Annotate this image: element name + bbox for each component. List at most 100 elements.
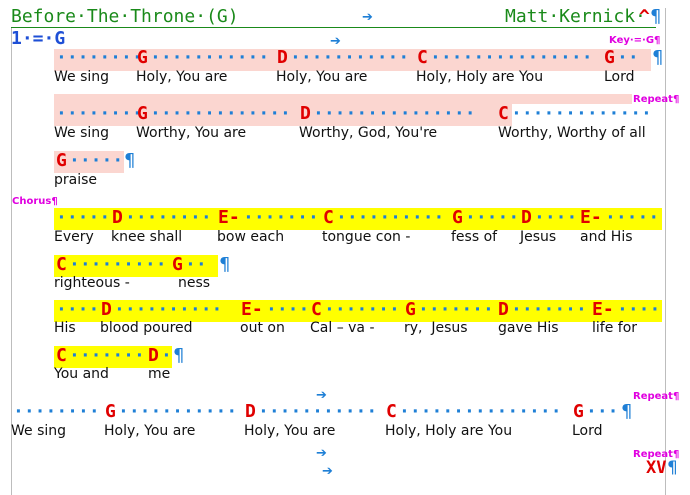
- lyric-word[interactable]: You and: [54, 366, 109, 382]
- chord-spacing-dots: ····: [56, 299, 100, 320]
- title-underline: [11, 27, 656, 28]
- lyric-word[interactable]: Jesus: [520, 229, 556, 245]
- lyric-word[interactable]: tongue con -: [322, 229, 410, 245]
- page-right-border: [665, 8, 666, 495]
- tab-arrow-icon: ➔: [362, 10, 373, 25]
- chord-spacing-dots: ···········: [290, 47, 410, 68]
- chord-d[interactable]: D: [101, 299, 112, 320]
- lyric-word[interactable]: me: [148, 366, 170, 382]
- chord-d[interactable]: D: [521, 207, 532, 228]
- pilcrow-icon: ¶: [667, 458, 678, 478]
- key-line[interactable]: 1·=·G: [11, 28, 65, 49]
- chord-spacing-dots: ···············: [313, 103, 476, 124]
- chorus-tag: Chorus¶: [12, 196, 58, 207]
- lyric-word[interactable]: ness: [178, 275, 210, 291]
- lyric-word[interactable]: knee shall: [111, 229, 182, 245]
- lyric-word[interactable]: Holy, You are: [276, 69, 367, 85]
- lyric-word[interactable]: Worthy, Worthy of all: [498, 125, 646, 141]
- chord-g[interactable]: G: [137, 47, 148, 68]
- chord-spacing-dots: ·····: [465, 207, 520, 228]
- chord-spacing-dots: ·······: [418, 299, 494, 320]
- lyric-word[interactable]: and His: [580, 229, 633, 245]
- song-title[interactable]: Before·The·Throne·(G): [11, 6, 239, 27]
- lyric-word[interactable]: Worthy, You are: [136, 125, 246, 141]
- chord-c[interactable]: C: [311, 299, 322, 320]
- chord-spacing-dots: ·····: [69, 150, 124, 171]
- chord-d[interactable]: D: [245, 401, 256, 422]
- chord-g[interactable]: G: [56, 150, 67, 171]
- lyric-word[interactable]: out on: [240, 320, 285, 336]
- chord-c[interactable]: C: [417, 47, 428, 68]
- lyric-word[interactable]: Holy, Holy are You: [385, 423, 512, 439]
- lyric-word[interactable]: Lord: [572, 423, 603, 439]
- lyric-word[interactable]: We sing: [54, 125, 109, 141]
- chord-e-minor[interactable]: E-: [580, 207, 602, 228]
- chord-d[interactable]: D: [300, 103, 311, 124]
- lyric-word[interactable]: righteous -: [54, 275, 130, 291]
- chord-spacing-dots: ········: [13, 401, 100, 422]
- chord-g[interactable]: G: [573, 401, 584, 422]
- chord-g[interactable]: G: [604, 47, 615, 68]
- lyric-word[interactable]: Cal – va -: [310, 320, 375, 336]
- chord-spacing-dots: ········: [125, 207, 212, 228]
- chord-d[interactable]: D: [148, 345, 159, 366]
- chord-c[interactable]: C: [498, 103, 509, 124]
- chord-g[interactable]: G: [137, 103, 148, 124]
- chord-spacing-dots: ···: [586, 401, 619, 422]
- chord-spacing-dots: ·: [161, 345, 172, 366]
- lyric-word[interactable]: ry, Jesus: [404, 320, 468, 336]
- chord-spacing-dots: ···············: [430, 47, 593, 68]
- lyric-word[interactable]: We sing: [11, 423, 66, 439]
- chord-spacing-dots: ··: [185, 254, 207, 275]
- chord-spacing-dots: ···········: [258, 401, 378, 422]
- lyric-word[interactable]: bow each: [217, 229, 284, 245]
- song-author[interactable]: Matt·Kernick·: [505, 6, 646, 27]
- chord-e-minor[interactable]: E-: [218, 207, 240, 228]
- lyric-word[interactable]: Every: [54, 229, 94, 245]
- lyric-word[interactable]: Worthy, God, You're: [299, 125, 437, 141]
- chord-spacing-dots: ····: [534, 207, 578, 228]
- chord-c[interactable]: C: [56, 345, 67, 366]
- chord-g[interactable]: G: [405, 299, 416, 320]
- chord-g[interactable]: G: [172, 254, 183, 275]
- chord-c[interactable]: C: [56, 254, 67, 275]
- lyric-word[interactable]: His: [54, 320, 76, 336]
- chord-spacing-dots: ·········: [69, 254, 167, 275]
- chord-d[interactable]: D: [498, 299, 509, 320]
- lyric-word[interactable]: Holy, Holy are You: [416, 69, 543, 85]
- caret-mark: ^: [639, 6, 650, 27]
- lyric-word[interactable]: Holy, You are: [104, 423, 195, 439]
- chord-spacing-dots: ·······: [69, 345, 145, 366]
- lyric-word[interactable]: praise: [54, 172, 97, 188]
- chord-d[interactable]: D: [112, 207, 123, 228]
- chord-e-minor[interactable]: E-: [241, 299, 263, 320]
- chord-c[interactable]: C: [323, 207, 334, 228]
- chord-spacing-dots: ··········: [114, 299, 223, 320]
- pilcrow-icon: ¶: [124, 150, 136, 171]
- end-mark: XV: [646, 458, 667, 478]
- chord-spacing-dots: ··: [617, 47, 639, 68]
- lyric-word[interactable]: blood poured: [100, 320, 193, 336]
- pilcrow-icon: ¶: [650, 6, 662, 27]
- tab-arrow-icon: ➔: [316, 446, 327, 461]
- lyric-word[interactable]: Lord: [604, 69, 635, 85]
- chord-spacing-dots: ···········: [118, 401, 238, 422]
- tab-arrow-icon: ➔: [322, 464, 333, 479]
- chord-g[interactable]: G: [105, 401, 116, 422]
- lyric-word[interactable]: Holy, You are: [244, 423, 335, 439]
- lyric-word[interactable]: We sing: [54, 69, 109, 85]
- chord-d[interactable]: D: [277, 47, 288, 68]
- lyric-word[interactable]: fess of: [451, 229, 497, 245]
- chord-spacing-dots: ·······: [324, 299, 400, 320]
- chord-spacing-dots: ·····: [56, 207, 111, 228]
- chord-e-minor[interactable]: E-: [592, 299, 614, 320]
- chord-spacing-dots: ········: [56, 103, 143, 124]
- chord-spacing-dots: ····: [617, 299, 661, 320]
- chord-g[interactable]: G: [452, 207, 463, 228]
- lyric-word[interactable]: Holy, You are: [136, 69, 227, 85]
- repeat-tag: Repeat¶: [633, 391, 680, 402]
- lyric-word[interactable]: life for: [592, 320, 637, 336]
- key-tag: Key·=·G¶: [609, 35, 661, 46]
- chord-c[interactable]: C: [386, 401, 397, 422]
- lyric-word[interactable]: gave His: [498, 320, 559, 336]
